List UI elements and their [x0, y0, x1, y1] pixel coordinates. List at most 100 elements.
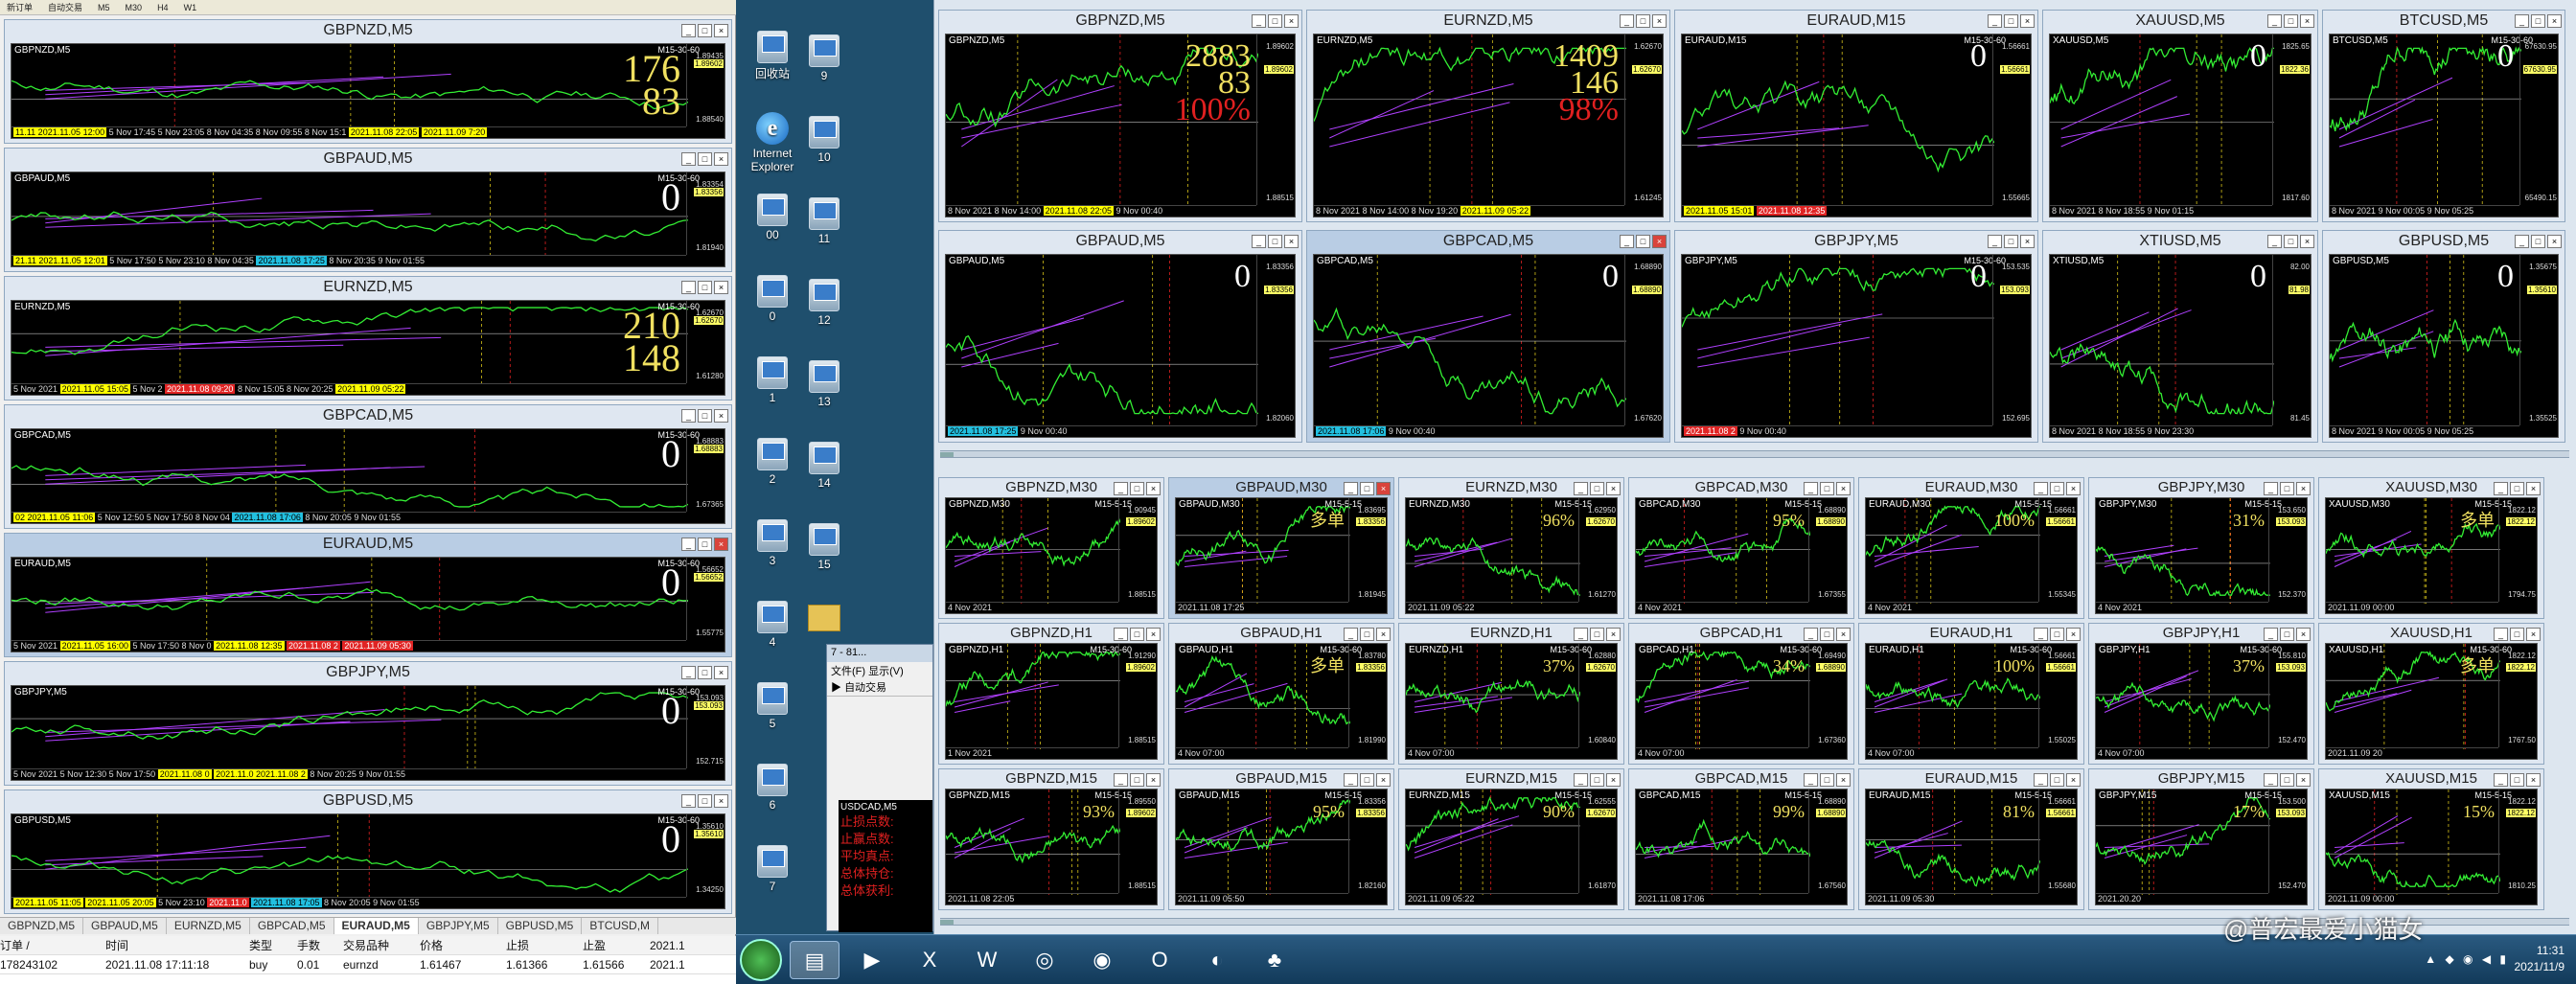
chart-tab[interactable]: GBPNZD,M5 [0, 918, 84, 934]
desktop-icon-folder[interactable] [797, 605, 851, 633]
start-button[interactable] [740, 939, 782, 981]
right-grid-chart-window[interactable]: XAUUSD,H1 _ □ × XAUUSD,H1 M15-30-60 1822.12 176… [2318, 623, 2544, 765]
trend-line[interactable] [45, 581, 371, 613]
close-icon[interactable]: × [2066, 482, 2081, 495]
chart-plot-area[interactable]: EURAUD,H1 M15-30-60 1.56661 1.55025 1.56661 1… [1865, 643, 2078, 760]
close-icon[interactable]: × [2066, 628, 2081, 641]
right-grid-chart-window[interactable]: GBPCAD,M30 _ □ × GBPCAD,M30 M15-5-15 1.68890 1.… [1628, 477, 1854, 619]
right-grid-chart-window[interactable]: EURAUD,M15 _ □ × EURAUD,M15 M15-5-15 1.56661 1.… [1858, 768, 2084, 910]
desktop-icon-recycle[interactable]: 回收站 [746, 31, 799, 81]
minimize-icon[interactable]: _ [1252, 235, 1266, 248]
close-icon[interactable]: × [714, 152, 728, 166]
maximize-icon[interactable]: □ [1636, 235, 1650, 248]
desktop-icon-ie[interactable]: e Internet Explorer [746, 112, 799, 173]
chart-plot-area[interactable]: GBPAUD,M5 M15-30-60 1.83354 1.81940 1.83356 0… [11, 172, 725, 267]
close-icon[interactable]: × [714, 538, 728, 551]
minimize-icon[interactable]: _ [1988, 14, 2002, 28]
maximize-icon[interactable]: □ [1268, 235, 1282, 248]
chart-plot-area[interactable]: GBPCAD,M30 M15-5-15 1.68890 1.67355 1.68890 9… [1635, 497, 1848, 614]
trend-line[interactable] [961, 342, 1059, 368]
chart-window-title[interactable]: GBPUSD,M5 [5, 790, 731, 812]
chart-window-title[interactable]: GBPCAD,M5 [1307, 231, 1669, 252]
trend-line[interactable] [1184, 550, 1247, 562]
trend-line[interactable] [45, 467, 391, 485]
orders-column-header[interactable]: 2021.1 [650, 939, 688, 952]
close-icon[interactable]: × [1606, 773, 1621, 787]
maximize-icon[interactable]: □ [2280, 773, 2294, 787]
maximize-icon[interactable]: □ [1360, 628, 1374, 641]
maximize-icon[interactable]: □ [2284, 14, 2298, 28]
chart-plot-area[interactable]: GBPAUD,M5 1.83356 1.82060 1.83356 0 2021.11.0… [945, 254, 1296, 438]
minimize-icon[interactable]: _ [1574, 482, 1588, 495]
right-grid-chart-window[interactable]: XAUUSD,M30 _ □ × XAUUSD,M30 M15-5-15 1822.12 17… [2318, 477, 2544, 619]
left-chart-window[interactable]: GBPAUD,M5 _ □ × GBPAUD,M5 M15-30-60 1.83354 1.8… [4, 148, 732, 272]
maximize-icon[interactable]: □ [2510, 628, 2524, 641]
desktop-icon-app[interactable]: 13 [797, 360, 851, 408]
chart-plot-area[interactable]: GBPCAD,H1 M15-30-60 1.69490 1.67360 1.68890 3… [1635, 643, 1848, 760]
close-icon[interactable]: × [2526, 628, 2541, 641]
close-icon[interactable]: × [1146, 773, 1161, 787]
maximize-icon[interactable]: □ [2004, 235, 2018, 248]
minimize-icon[interactable]: _ [1114, 628, 1128, 641]
right-grid-chart-window[interactable]: GBPNZD,M15 _ □ × GBPNZD,M15 M15-5-15 1.89550 1.… [938, 768, 1164, 910]
trend-line[interactable] [954, 551, 1042, 557]
toolbar-w1-button[interactable]: W1 [181, 3, 200, 12]
chart-plot-area[interactable]: GBPNZD,M5 M15-30-60 1.89435 1.88540 1.89602 1… [11, 43, 725, 139]
close-icon[interactable]: × [1652, 14, 1667, 28]
chart-plot-area[interactable]: GBPJPY,M5 M15-30-60 153.093 152.715 153.093 0… [11, 685, 725, 781]
taskbar-mt4-icon[interactable]: ♣ [1250, 941, 1300, 979]
chart-plot-area[interactable]: EURNZD,H1 M15-30-60 1.62880 1.60840 1.62670 3… [1405, 643, 1618, 760]
maximize-icon[interactable]: □ [1130, 482, 1144, 495]
minimize-icon[interactable]: _ [2034, 773, 2048, 787]
trend-line[interactable] [2338, 331, 2434, 368]
minimize-icon[interactable]: _ [1620, 235, 1634, 248]
chart-plot-area[interactable]: GBPJPY,M30 M15-5-15 153.650 152.370 153.093 3… [2095, 497, 2308, 614]
trend-line[interactable] [2338, 77, 2453, 130]
close-icon[interactable]: × [2300, 235, 2314, 248]
orders-column-header[interactable]: 订单 / [0, 937, 105, 953]
trend-line[interactable] [2338, 347, 2417, 359]
maximize-icon[interactable]: □ [1360, 773, 1374, 787]
close-icon[interactable]: × [1836, 482, 1851, 495]
minimize-icon[interactable]: _ [2034, 628, 2048, 641]
trend-line[interactable] [1184, 673, 1248, 708]
close-icon[interactable]: × [1376, 773, 1391, 787]
chart-plot-area[interactable]: GBPJPY,H1 M15-30-60 155.810 152.470 153.093 3… [2095, 643, 2308, 760]
trend-line[interactable] [1697, 127, 1840, 139]
desktop-icon-app[interactable]: 15 [797, 523, 851, 571]
trend-line[interactable] [45, 336, 442, 348]
desktop-icon-app[interactable]: 1 [746, 356, 799, 404]
taskbar-excel-icon[interactable]: X [905, 941, 954, 979]
horizontal-scrollbar-top[interactable] [940, 450, 2569, 458]
trend-line[interactable] [45, 856, 264, 866]
chart-tab[interactable]: EURNZD,M5 [167, 918, 250, 934]
trend-line[interactable] [1329, 90, 1435, 139]
right-grid-chart-window[interactable]: GBPCAD,M15 _ □ × GBPCAD,M15 M15-5-15 1.68890 1.… [1628, 768, 1854, 910]
minimize-icon[interactable]: _ [1620, 14, 1634, 28]
maximize-icon[interactable]: □ [2004, 14, 2018, 28]
close-icon[interactable]: × [1836, 773, 1851, 787]
desktop-icon-app[interactable]: 3 [746, 519, 799, 567]
taskbar-media-icon[interactable]: ▶ [847, 941, 897, 979]
minimize-icon[interactable]: _ [1114, 482, 1128, 495]
clock[interactable]: 11:31 2021/11/9 [2515, 943, 2565, 975]
close-icon[interactable]: × [714, 24, 728, 37]
maximize-icon[interactable]: □ [1636, 14, 1650, 28]
orders-column-header[interactable]: 类型 [249, 937, 297, 953]
chart-plot-area[interactable]: GBPUSD,M5 1.35675 1.35525 1.35610 0 8 Nov 202… [2329, 254, 2559, 438]
maximize-icon[interactable]: □ [1820, 482, 1834, 495]
trend-line[interactable] [1414, 541, 1498, 562]
close-icon[interactable]: × [714, 409, 728, 423]
maximize-icon[interactable]: □ [1590, 482, 1604, 495]
chart-plot-area[interactable]: GBPNZD,M15 M15-5-15 1.89550 1.88515 1.89602 9… [945, 789, 1158, 905]
autotrade-icon[interactable]: ▶ [831, 682, 841, 694]
taskbar-browser-icon[interactable]: ◐ [1192, 941, 1242, 979]
close-icon[interactable]: × [2020, 235, 2035, 248]
small-terminal-chart[interactable]: USDCAD,M5 止损点数: 止赢点数: 平均真点: 总体持仓: 总体获利: [839, 800, 932, 932]
minimize-icon[interactable]: _ [1988, 235, 2002, 248]
trend-line[interactable] [1697, 323, 1842, 359]
close-icon[interactable]: × [1836, 628, 1851, 641]
trend-line[interactable] [1874, 678, 1948, 708]
maximize-icon[interactable]: □ [1590, 628, 1604, 641]
chart-plot-area[interactable]: EURNZD,M5 1.62670 1.61245 1.62670 1409 146 98%… [1313, 34, 1664, 217]
